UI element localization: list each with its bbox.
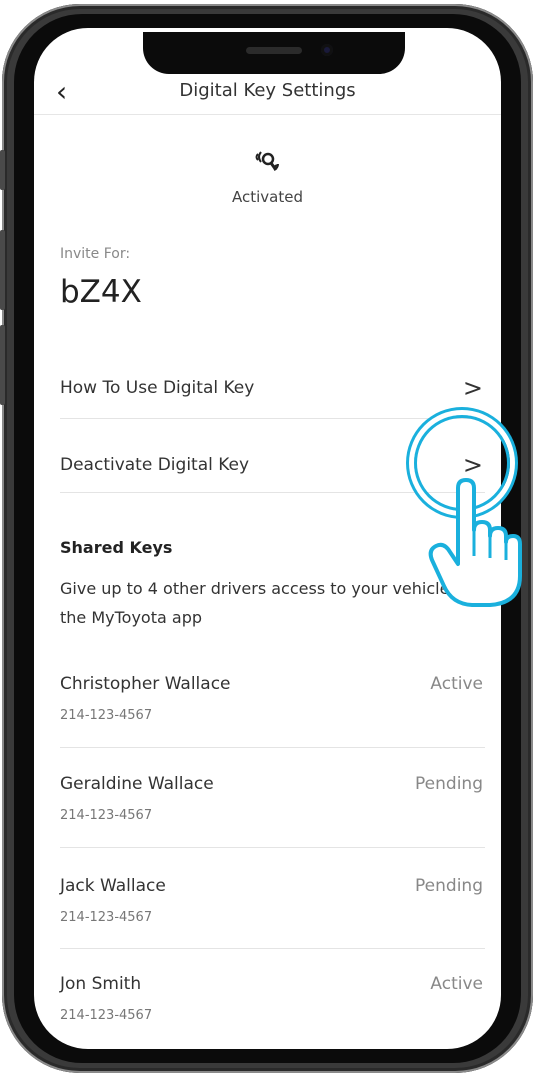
menu-divider [60,418,485,419]
person-phone: 214-123-4567 [60,708,153,723]
person-name: Christopher Wallace [60,674,231,694]
key-status-label: Activated [232,188,303,206]
pointing-hand-icon [428,478,522,607]
status-badge: Active [430,974,483,994]
menu-divider [60,492,485,493]
how-to-use-row[interactable]: How To Use Digital Key > [60,354,485,426]
deactivate-label: Deactivate Digital Key [60,455,250,475]
header-divider [34,114,501,115]
how-to-use-label: How To Use Digital Key [60,378,255,398]
status-badge: Pending [415,774,483,794]
row-divider [60,948,485,949]
status-badge: Active [430,674,483,694]
phone-volume-up [0,230,5,310]
person-phone: 214-123-4567 [60,808,153,823]
invite-label: Invite For: [60,246,131,262]
front-camera [321,44,333,56]
shared-key-row[interactable]: Jon Smith 214-123-4567 Active [60,974,483,1049]
shared-keys-title: Shared Keys [60,538,173,557]
status-badge: Pending [415,876,483,896]
page-title: Digital Key Settings [179,80,356,101]
person-name: Jack Wallace [60,876,166,896]
row-divider [60,847,485,848]
row-divider [60,747,485,748]
shared-key-row[interactable]: Geraldine Wallace 214-123-4567 Pending [60,774,483,874]
shared-key-row[interactable]: Jack Wallace 214-123-4567 Pending [60,876,483,976]
person-phone: 214-123-4567 [60,910,153,925]
phone-side-button [0,150,5,190]
shared-key-row[interactable]: Christopher Wallace 214-123-4567 Active [60,674,483,774]
vehicle-name: bZ4X [60,274,142,310]
key-signal-icon [255,151,279,171]
chevron-right-icon: > [462,374,483,402]
phone-notch [143,32,405,74]
speaker-grille [246,47,302,54]
nav-header: ‹ Digital Key Settings [34,74,501,114]
person-phone: 214-123-4567 [60,1008,153,1023]
person-name: Jon Smith [60,974,142,994]
person-name: Geraldine Wallace [60,774,214,794]
phone-volume-down [0,325,5,405]
